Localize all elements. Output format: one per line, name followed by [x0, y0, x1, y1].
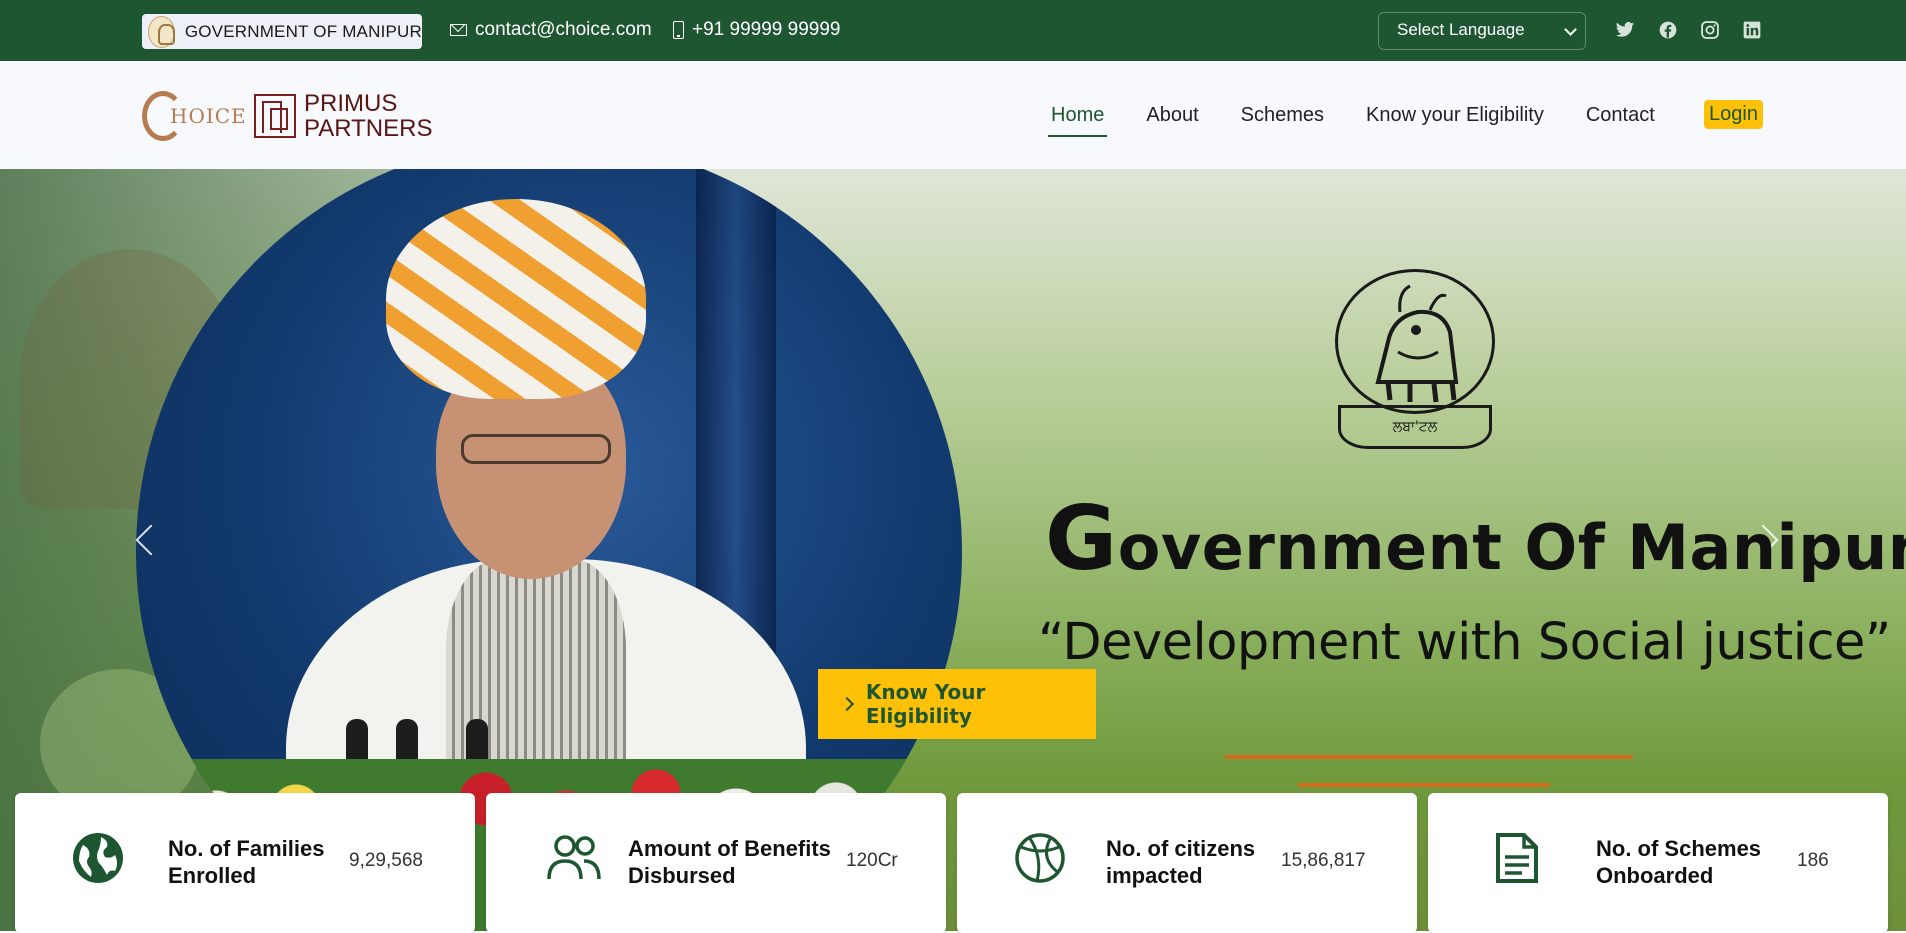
stat-label-line-2: Disbursed: [628, 863, 736, 888]
primus-partners-logo[interactable]: PRIMUS PARTNERS: [254, 91, 432, 141]
nav-menu: Home About Schemes Know your Eligibility…: [1047, 104, 1655, 137]
main-navbar: HOICE PRIMUS PARTNERS Home About Schemes…: [0, 61, 1906, 169]
stat-card-schemes: No. of Schemes Onboarded 186: [1428, 793, 1888, 933]
login-button[interactable]: Login: [1704, 100, 1763, 129]
stat-label-line-2: impacted: [1106, 863, 1203, 888]
stat-value: 186: [1797, 850, 1829, 871]
stat-value: 9,29,568: [349, 850, 423, 871]
hero-underline-long: [1225, 755, 1633, 759]
choice-logo[interactable]: HOICE: [142, 91, 247, 141]
contact-phone[interactable]: +91 99999 99999: [673, 19, 840, 41]
nav-about[interactable]: About: [1146, 104, 1198, 127]
stat-label: No. of citizens impacted: [1106, 835, 1255, 889]
nav-contact[interactable]: Contact: [1586, 104, 1655, 127]
linkedin-icon[interactable]: [1742, 20, 1762, 40]
stat-label-line-2: Enrolled: [168, 863, 257, 888]
primus-line-2: PARTNERS: [304, 115, 433, 142]
basketball-icon: [1015, 833, 1065, 883]
phone-text: +91 99999 99999: [692, 19, 841, 40]
stat-label-line-1: No. of Families: [168, 836, 325, 861]
primus-line-1: PRIMUS: [304, 90, 398, 117]
top-bar: GOVERNMENT OF MANIPUR contact@choice.com…: [0, 0, 1906, 61]
phone-icon: [673, 21, 684, 39]
globe-icon: [73, 833, 123, 883]
nav-home[interactable]: Home: [1047, 104, 1108, 137]
hero-slogan: “Development with Social justice”: [1038, 613, 1891, 672]
stat-card-families: No. of Families Enrolled 9,29,568: [15, 793, 475, 933]
instagram-icon[interactable]: [1700, 20, 1720, 40]
government-badge[interactable]: GOVERNMENT OF MANIPUR: [142, 14, 422, 49]
primus-logo-text: PRIMUS PARTNERS: [304, 91, 432, 141]
manipur-emblem-icon: [148, 15, 175, 48]
email-text: contact@choice.com: [475, 19, 652, 40]
nav-know-your-eligibility[interactable]: Know your Eligibility: [1366, 104, 1544, 127]
twitter-icon[interactable]: [1615, 20, 1635, 40]
facebook-icon[interactable]: [1658, 20, 1678, 40]
stat-label-line-2: Onboarded: [1596, 863, 1714, 888]
hero-underline-short: [1298, 783, 1550, 787]
contact-email[interactable]: contact@choice.com: [450, 19, 652, 41]
choice-logo-text: HOICE: [170, 104, 247, 128]
hero-title-initial: G: [1045, 487, 1118, 590]
portrait-glasses: [461, 434, 611, 464]
stat-label-line-1: No. of citizens: [1106, 836, 1256, 861]
know-your-eligibility-button[interactable]: Know Your Eligibility: [818, 669, 1096, 739]
primus-mark-icon: [254, 94, 296, 138]
emblem-ribbon: ਲਬਾ'ਟਲ: [1338, 405, 1492, 449]
portrait-turban: [386, 199, 646, 399]
users-icon: [547, 835, 601, 880]
language-select[interactable]: Select Language: [1378, 12, 1586, 50]
stat-label: No. of Schemes Onboarded: [1596, 835, 1761, 889]
hero-title: Government Of Manipur: [1045, 487, 1906, 590]
manipur-state-emblem-icon: [1335, 269, 1495, 414]
stat-card-citizens: No. of citizens impacted 15,86,817: [957, 793, 1417, 933]
envelope-icon: [450, 24, 467, 36]
chevron-right-icon: [839, 696, 855, 712]
stat-label: No. of Families Enrolled: [168, 835, 324, 889]
stat-label: Amount of Benefits Disbursed: [628, 835, 831, 889]
cta-label: Know Your Eligibility: [865, 680, 986, 728]
stat-label-line-1: Amount of Benefits: [628, 836, 831, 861]
stat-value: 15,86,817: [1281, 850, 1366, 871]
nav-schemes[interactable]: Schemes: [1241, 104, 1324, 127]
stat-value: 120Cr: [846, 850, 898, 871]
stat-card-benefits: Amount of Benefits Disbursed 120Cr: [486, 793, 946, 933]
stat-label-line-1: No. of Schemes: [1596, 836, 1762, 861]
hero-title-rest: overnment Of Manipur: [1117, 511, 1906, 584]
document-icon: [1496, 833, 1538, 883]
government-label: GOVERNMENT OF MANIPUR: [184, 21, 422, 41]
